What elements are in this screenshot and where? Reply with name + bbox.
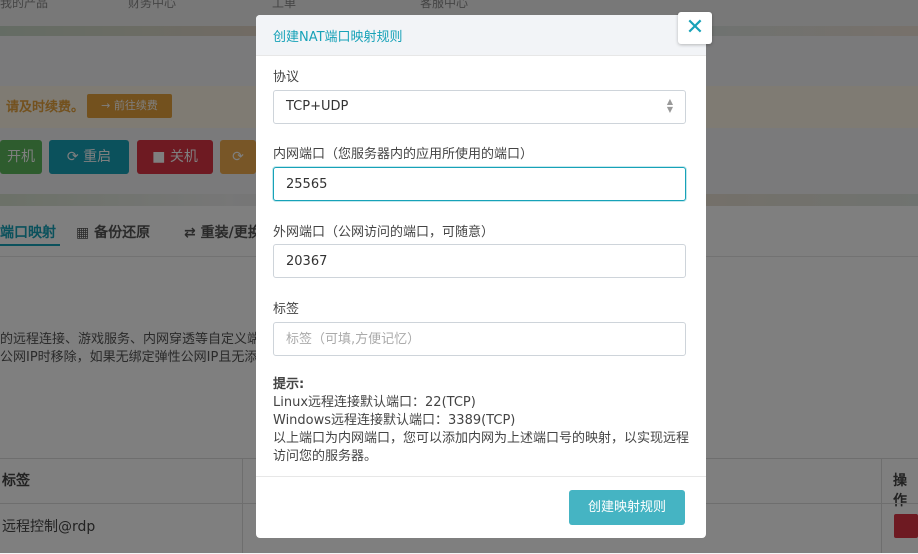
hint-line-linux: Linux远程连接默认端口：22(TCP) [273, 395, 476, 410]
external-port-label: 外网端口（公网访问的端口，可随意） [273, 225, 495, 240]
select-arrows-icon: ▲ ▼ [666, 97, 673, 114]
modal-header: 创建NAT端口映射规则 [256, 15, 706, 56]
protocol-select[interactable]: TCP+UDP ▲ ▼ [273, 90, 686, 124]
protocol-label: 协议 [273, 70, 300, 85]
create-rule-button[interactable]: 创建映射规则 [569, 490, 685, 525]
external-port-input[interactable] [273, 244, 686, 278]
hint-line-note: 以上端口为内网端口，您可以添加内网为上述端口号的映射，以实现远程访问您的服务器。 [273, 431, 690, 464]
hint-line-windows: Windows远程连接默认端口：3389(TCP) [273, 413, 516, 428]
tag-input[interactable] [273, 322, 686, 356]
create-nat-rule-modal: 创建NAT端口映射规则 ✕ 协议 TCP+UDP ▲ ▼ 内网端口（您服务器内的应… [256, 12, 712, 538]
hint-block: 提示: Linux远程连接默认端口：22(TCP) Windows远程连接默认端… [273, 376, 693, 466]
protocol-value: TCP+UDP [286, 99, 349, 114]
internal-port-input[interactable] [273, 167, 686, 201]
tag-label: 标签 [273, 302, 300, 317]
internal-port-label: 内网端口（您服务器内的应用所使用的端口） [273, 147, 534, 162]
close-icon[interactable]: ✕ [678, 12, 712, 44]
hint-title: 提示: [273, 377, 305, 392]
modal-footer-divider [256, 476, 706, 477]
modal-title: 创建NAT端口映射规则 [273, 30, 403, 45]
